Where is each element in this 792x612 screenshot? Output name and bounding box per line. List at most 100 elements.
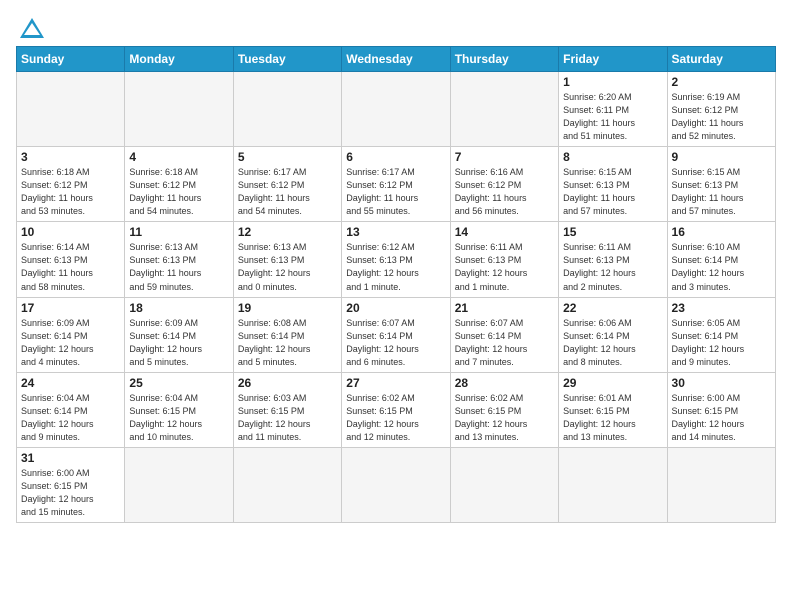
calendar-cell: [342, 72, 450, 147]
day-info: Sunrise: 6:09 AM Sunset: 6:14 PM Dayligh…: [129, 317, 228, 369]
calendar-cell: 5Sunrise: 6:17 AM Sunset: 6:12 PM Daylig…: [233, 147, 341, 222]
day-info: Sunrise: 6:08 AM Sunset: 6:14 PM Dayligh…: [238, 317, 337, 369]
day-number: 20: [346, 301, 445, 315]
day-number: 19: [238, 301, 337, 315]
calendar-cell: 7 Sunrise: 6:16 AM Sunset: 6:12 PM Daylig…: [450, 147, 558, 222]
calendar-cell: 30Sunrise: 6:00 AM Sunset: 6:15 PM Dayli…: [667, 372, 775, 447]
day-info: Sunrise: 6:18 AM Sunset: 6:12 PM Dayligh…: [129, 166, 228, 218]
calendar-page: SundayMondayTuesdayWednesdayThursdayFrid…: [0, 0, 792, 612]
weekday-header-wednesday: Wednesday: [342, 47, 450, 72]
weekday-header-thursday: Thursday: [450, 47, 558, 72]
day-info: Sunrise: 6:16 AM Sunset: 6:12 PM Dayligh…: [455, 166, 554, 218]
calendar-cell: 13 Sunrise: 6:12 AM Sunset: 6:13 PM Dayli…: [342, 222, 450, 297]
calendar-cell: 14 Sunrise: 6:11 AM Sunset: 6:13 PM Dayli…: [450, 222, 558, 297]
day-number: 25: [129, 376, 228, 390]
weekday-header-tuesday: Tuesday: [233, 47, 341, 72]
day-number: 7: [455, 150, 554, 164]
calendar-cell: [667, 447, 775, 522]
day-info: Sunrise: 6:09 AM Sunset: 6:14 PM Dayligh…: [21, 317, 120, 369]
calendar-cell: 10 Sunrise: 6:14 AM Sunset: 6:13 PM Dayli…: [17, 222, 125, 297]
day-info: Sunrise: 6:03 AM Sunset: 6:15 PM Dayligh…: [238, 392, 337, 444]
day-info: Sunrise: 6:19 AM Sunset: 6:12 PM Dayligh…: [672, 91, 771, 143]
day-number: 9: [672, 150, 771, 164]
calendar-cell: 3 Sunrise: 6:18 AM Sunset: 6:12 PM Daylig…: [17, 147, 125, 222]
calendar-cell: [342, 447, 450, 522]
day-number: 3: [21, 150, 120, 164]
day-number: 27: [346, 376, 445, 390]
day-info: Sunrise: 6:11 AM Sunset: 6:13 PM Dayligh…: [455, 241, 554, 293]
day-number: 1: [563, 75, 662, 89]
day-info: Sunrise: 6:15 AM Sunset: 6:13 PM Dayligh…: [672, 166, 771, 218]
day-info: Sunrise: 6:05 AM Sunset: 6:14 PM Dayligh…: [672, 317, 771, 369]
day-info: Sunrise: 6:12 AM Sunset: 6:13 PM Dayligh…: [346, 241, 445, 293]
day-info: Sunrise: 6:15 AM Sunset: 6:13 PM Dayligh…: [563, 166, 662, 218]
day-number: 12: [238, 225, 337, 239]
day-info: Sunrise: 6:07 AM Sunset: 6:14 PM Dayligh…: [346, 317, 445, 369]
calendar-week-row: 17 Sunrise: 6:09 AM Sunset: 6:14 PM Dayli…: [17, 297, 776, 372]
day-info: Sunrise: 6:04 AM Sunset: 6:14 PM Dayligh…: [21, 392, 120, 444]
calendar-cell: 4 Sunrise: 6:18 AM Sunset: 6:12 PM Daylig…: [125, 147, 233, 222]
day-number: 4: [129, 150, 228, 164]
day-number: 28: [455, 376, 554, 390]
calendar-cell: 20 Sunrise: 6:07 AM Sunset: 6:14 PM Dayli…: [342, 297, 450, 372]
weekday-header-sunday: Sunday: [17, 47, 125, 72]
day-info: Sunrise: 6:00 AM Sunset: 6:15 PM Dayligh…: [672, 392, 771, 444]
calendar-cell: 22 Sunrise: 6:06 AM Sunset: 6:14 PM Dayli…: [559, 297, 667, 372]
calendar-table: SundayMondayTuesdayWednesdayThursdayFrid…: [16, 46, 776, 523]
calendar-cell: 26 Sunrise: 6:03 AM Sunset: 6:15 PM Dayli…: [233, 372, 341, 447]
calendar-cell: 27Sunrise: 6:02 AM Sunset: 6:15 PM Dayli…: [342, 372, 450, 447]
day-info: Sunrise: 6:17 AM Sunset: 6:12 PM Dayligh…: [238, 166, 337, 218]
calendar-cell: 23Sunrise: 6:05 AM Sunset: 6:14 PM Dayli…: [667, 297, 775, 372]
day-number: 21: [455, 301, 554, 315]
weekday-header-friday: Friday: [559, 47, 667, 72]
day-number: 14: [455, 225, 554, 239]
day-info: Sunrise: 6:17 AM Sunset: 6:12 PM Dayligh…: [346, 166, 445, 218]
day-info: Sunrise: 6:06 AM Sunset: 6:14 PM Dayligh…: [563, 317, 662, 369]
calendar-cell: 8 Sunrise: 6:15 AM Sunset: 6:13 PM Daylig…: [559, 147, 667, 222]
calendar-cell: 28 Sunrise: 6:02 AM Sunset: 6:15 PM Dayli…: [450, 372, 558, 447]
calendar-cell: 12Sunrise: 6:13 AM Sunset: 6:13 PM Dayli…: [233, 222, 341, 297]
calendar-cell: [233, 72, 341, 147]
day-number: 6: [346, 150, 445, 164]
calendar-cell: 31Sunrise: 6:00 AM Sunset: 6:15 PM Dayli…: [17, 447, 125, 522]
calendar-cell: [125, 72, 233, 147]
day-info: Sunrise: 6:00 AM Sunset: 6:15 PM Dayligh…: [21, 467, 120, 519]
calendar-cell: [125, 447, 233, 522]
calendar-cell: [450, 447, 558, 522]
day-info: Sunrise: 6:20 AM Sunset: 6:11 PM Dayligh…: [563, 91, 662, 143]
day-number: 8: [563, 150, 662, 164]
calendar-cell: [17, 72, 125, 147]
day-info: Sunrise: 6:13 AM Sunset: 6:13 PM Dayligh…: [129, 241, 228, 293]
calendar-cell: [233, 447, 341, 522]
day-number: 10: [21, 225, 120, 239]
calendar-week-row: 10 Sunrise: 6:14 AM Sunset: 6:13 PM Dayli…: [17, 222, 776, 297]
day-info: Sunrise: 6:18 AM Sunset: 6:12 PM Dayligh…: [21, 166, 120, 218]
calendar-cell: 19 Sunrise: 6:08 AM Sunset: 6:14 PM Dayli…: [233, 297, 341, 372]
calendar-cell: 18 Sunrise: 6:09 AM Sunset: 6:14 PM Dayli…: [125, 297, 233, 372]
calendar-cell: [450, 72, 558, 147]
day-number: 24: [21, 376, 120, 390]
calendar-cell: [559, 447, 667, 522]
calendar-cell: 17 Sunrise: 6:09 AM Sunset: 6:14 PM Dayli…: [17, 297, 125, 372]
day-info: Sunrise: 6:07 AM Sunset: 6:14 PM Dayligh…: [455, 317, 554, 369]
day-number: 13: [346, 225, 445, 239]
day-info: Sunrise: 6:02 AM Sunset: 6:15 PM Dayligh…: [455, 392, 554, 444]
day-number: 11: [129, 225, 228, 239]
day-info: Sunrise: 6:14 AM Sunset: 6:13 PM Dayligh…: [21, 241, 120, 293]
day-number: 26: [238, 376, 337, 390]
calendar-cell: 16 Sunrise: 6:10 AM Sunset: 6:14 PM Dayli…: [667, 222, 775, 297]
calendar-week-row: 3 Sunrise: 6:18 AM Sunset: 6:12 PM Daylig…: [17, 147, 776, 222]
day-number: 29: [563, 376, 662, 390]
day-number: 16: [672, 225, 771, 239]
calendar-cell: 25Sunrise: 6:04 AM Sunset: 6:15 PM Dayli…: [125, 372, 233, 447]
calendar-week-row: 1 Sunrise: 6:20 AM Sunset: 6:11 PM Daylig…: [17, 72, 776, 147]
calendar-cell: 6 Sunrise: 6:17 AM Sunset: 6:12 PM Daylig…: [342, 147, 450, 222]
calendar-cell: 11 Sunrise: 6:13 AM Sunset: 6:13 PM Dayli…: [125, 222, 233, 297]
day-info: Sunrise: 6:10 AM Sunset: 6:14 PM Dayligh…: [672, 241, 771, 293]
day-info: Sunrise: 6:11 AM Sunset: 6:13 PM Dayligh…: [563, 241, 662, 293]
logo-icon: [18, 16, 46, 40]
day-number: 17: [21, 301, 120, 315]
day-number: 18: [129, 301, 228, 315]
day-number: 22: [563, 301, 662, 315]
weekday-header-monday: Monday: [125, 47, 233, 72]
